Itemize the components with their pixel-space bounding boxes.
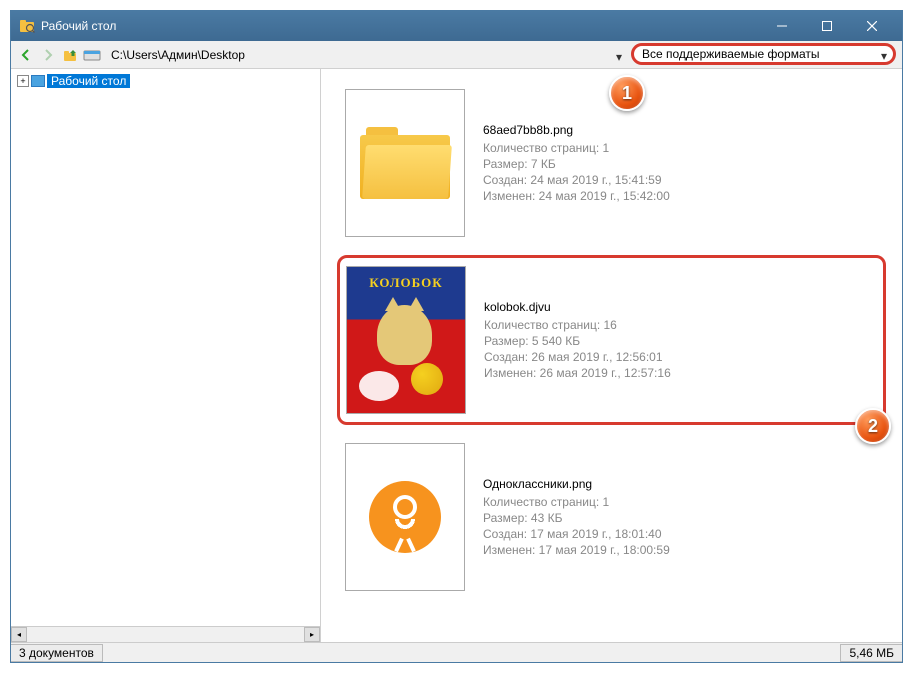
tree-root-row[interactable]: + Рабочий стол bbox=[15, 73, 316, 89]
odnoklassniki-icon bbox=[369, 481, 441, 553]
file-thumbnail: КОЛОБОК bbox=[346, 266, 466, 414]
folder-icon bbox=[360, 127, 450, 199]
tree-expand-button[interactable]: + bbox=[17, 75, 29, 87]
file-item[interactable]: Одноклассники.png Количество страниц: 1 … bbox=[337, 433, 886, 601]
file-modified: Изменен: 17 мая 2019 г., 18:00:59 bbox=[483, 543, 670, 557]
window-title: Рабочий стол bbox=[41, 19, 759, 33]
file-browser-window: Рабочий стол C:\Users\Админ\Desktop ▾ Вс… bbox=[10, 10, 903, 663]
scroll-track[interactable] bbox=[27, 627, 304, 642]
tree-hscrollbar[interactable]: ◂ ▸ bbox=[11, 626, 320, 642]
minimize-button[interactable] bbox=[759, 12, 804, 40]
app-icon bbox=[19, 18, 35, 34]
nav-up-button[interactable] bbox=[61, 46, 79, 64]
file-modified: Изменен: 26 мая 2019 г., 12:57:16 bbox=[484, 366, 671, 380]
nav-back-button[interactable] bbox=[17, 46, 35, 64]
scroll-left-button[interactable]: ◂ bbox=[11, 627, 27, 642]
dropdown-arrow-left-icon: ▾ bbox=[616, 50, 622, 64]
file-size: Размер: 5 540 КБ bbox=[484, 334, 671, 348]
file-meta: Одноклассники.png Количество страниц: 1 … bbox=[483, 443, 670, 591]
drive-icon bbox=[83, 47, 103, 63]
status-docs: 3 документов bbox=[11, 644, 103, 662]
file-list[interactable]: 68aed7bb8b.png Количество страниц: 1 Раз… bbox=[321, 69, 902, 642]
file-created: Создан: 17 мая 2019 г., 18:01:40 bbox=[483, 527, 670, 541]
file-pages: Количество страниц: 1 bbox=[483, 495, 670, 509]
callout-badge-2: 2 bbox=[855, 408, 891, 444]
dropdown-arrow-icon: ▾ bbox=[881, 49, 887, 63]
folder-tree[interactable]: + Рабочий стол ◂ ▸ bbox=[11, 69, 321, 642]
file-size: Размер: 7 КБ bbox=[483, 157, 670, 171]
callout-badge-1: 1 bbox=[609, 75, 645, 111]
file-created: Создан: 24 мая 2019 г., 15:41:59 bbox=[483, 173, 670, 187]
file-pages: Количество страниц: 16 bbox=[484, 318, 671, 332]
file-item[interactable]: 68aed7bb8b.png Количество страниц: 1 Раз… bbox=[337, 79, 886, 247]
tree-root-label: Рабочий стол bbox=[47, 74, 130, 88]
file-modified: Изменен: 24 мая 2019 г., 15:42:00 bbox=[483, 189, 670, 203]
file-meta: kolobok.djvu Количество страниц: 16 Разм… bbox=[484, 266, 671, 414]
window-controls bbox=[759, 12, 894, 40]
filter-label: Все поддерживаемые форматы bbox=[642, 47, 819, 61]
format-filter-dropdown[interactable]: ▾ Все поддерживаемые форматы ▾ bbox=[631, 43, 896, 65]
path-text: C:\Users\Админ\Desktop bbox=[111, 48, 245, 62]
close-button[interactable] bbox=[849, 12, 894, 40]
file-size: Размер: 43 КБ bbox=[483, 511, 670, 525]
status-size: 5,46 МБ bbox=[840, 644, 902, 662]
nav-forward-button[interactable] bbox=[39, 46, 57, 64]
file-thumbnail bbox=[345, 89, 465, 237]
file-meta: 68aed7bb8b.png Количество страниц: 1 Раз… bbox=[483, 89, 670, 237]
maximize-button[interactable] bbox=[804, 12, 849, 40]
statusbar: 3 документов 5,46 МБ bbox=[11, 642, 902, 662]
file-created: Создан: 26 мая 2019 г., 12:56:01 bbox=[484, 350, 671, 364]
scroll-right-button[interactable]: ▸ bbox=[304, 627, 320, 642]
file-name: 68aed7bb8b.png bbox=[483, 123, 670, 137]
file-item-selected[interactable]: КОЛОБОК kolobok.djvu Количество страниц:… bbox=[337, 255, 886, 425]
file-thumbnail bbox=[345, 443, 465, 591]
titlebar[interactable]: Рабочий стол bbox=[11, 11, 902, 41]
toolbar: C:\Users\Админ\Desktop ▾ Все поддерживае… bbox=[11, 41, 902, 69]
file-name: Одноклассники.png bbox=[483, 477, 670, 491]
file-name: kolobok.djvu bbox=[484, 300, 671, 314]
desktop-icon bbox=[31, 75, 45, 87]
thumb-title: КОЛОБОК bbox=[347, 275, 465, 291]
body: + Рабочий стол ◂ ▸ 68aed7bb8b.png Ко bbox=[11, 69, 902, 642]
file-pages: Количество страниц: 1 bbox=[483, 141, 670, 155]
